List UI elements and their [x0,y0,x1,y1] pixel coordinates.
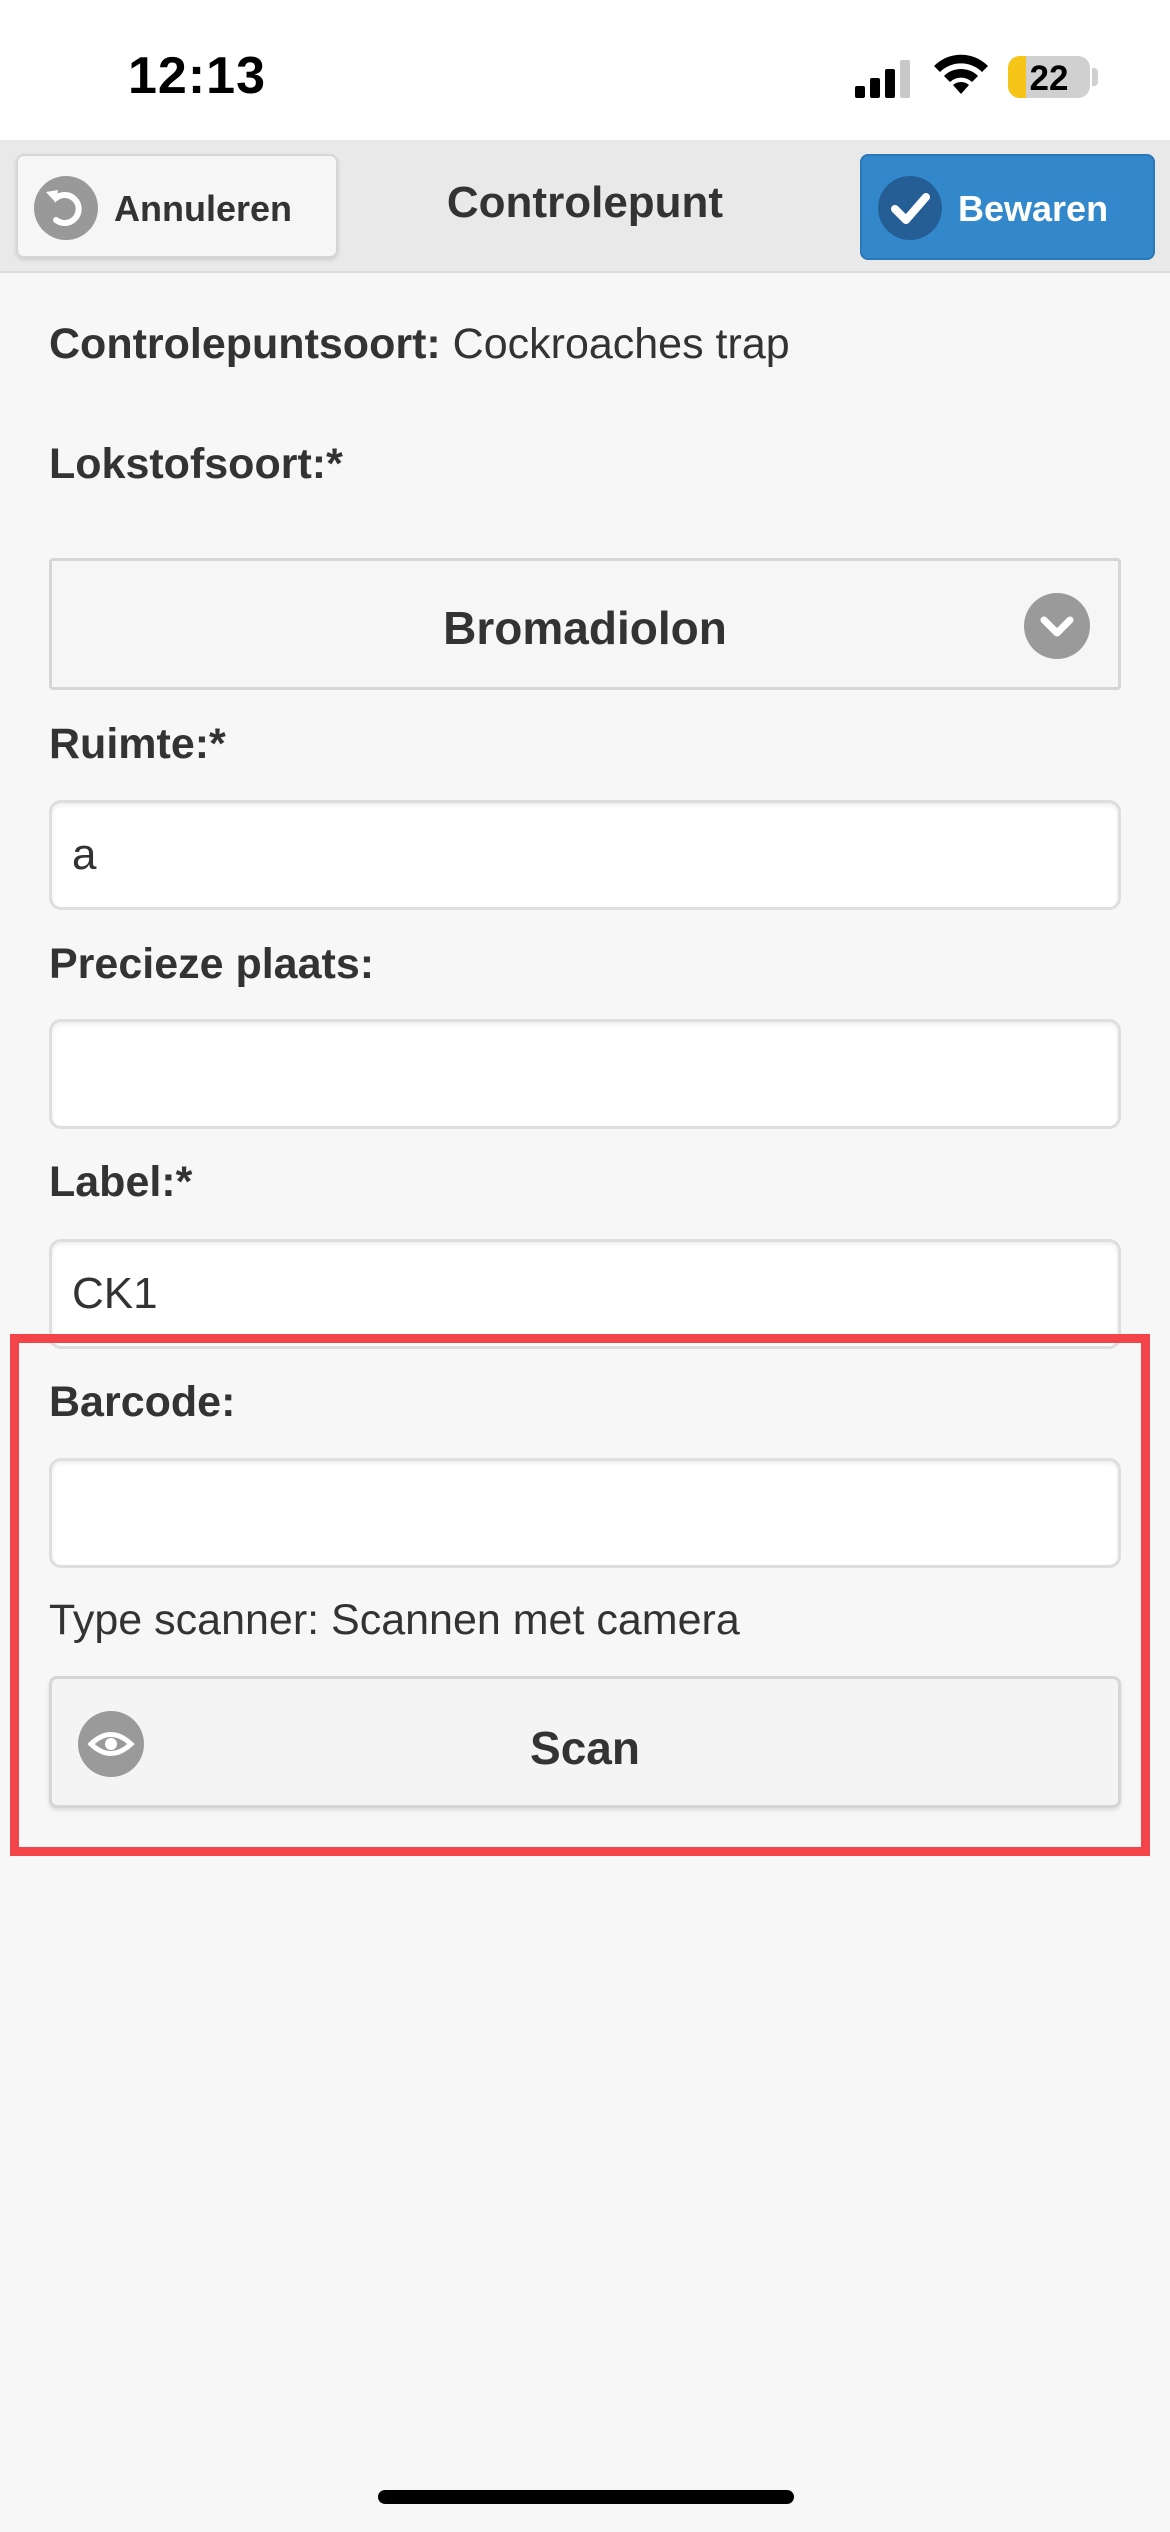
checkmark-icon [878,176,942,240]
app-screen: 12:13 22 Annuleren Controlepunt Bewaren … [0,0,1170,2532]
scan-button[interactable]: Scan [49,1676,1121,1808]
bait-type-label: Lokstofsoort:* [49,440,343,488]
room-label: Ruimte:* [49,720,226,768]
scan-button-label: Scan [530,1722,640,1774]
page-title: Controlepunt [446,178,724,227]
undo-arrow-icon [34,176,98,240]
cancel-button-label: Annuleren [114,188,293,229]
bait-type-value: Bromadiolon [443,602,727,654]
battery-icon: 22 [1008,56,1090,98]
tag-label: Label:* [49,1158,193,1206]
barcode-input[interactable] [49,1458,1121,1568]
control-point-type: Controlepuntsoort: Cockroaches trap [49,320,790,369]
cellular-signal-icon [855,60,910,98]
chevron-down-icon [1024,593,1090,659]
save-button[interactable]: Bewaren [860,154,1155,260]
cancel-button[interactable]: Annuleren [16,154,338,258]
control-point-type-value: Cockroaches trap [452,320,790,368]
exact-place-label: Precieze plaats: [49,940,375,988]
scanner-type-note: Type scanner: Scannen met camera [49,1596,740,1644]
exact-place-input[interactable] [49,1019,1121,1129]
battery-level: 22 [1029,59,1069,98]
barcode-label: Barcode: [49,1378,236,1426]
status-time: 12:13 [128,47,266,105]
home-indicator [378,2490,794,2504]
battery-tip [1092,68,1098,86]
tag-input[interactable] [49,1239,1121,1349]
header-bar: Annuleren Controlepunt Bewaren [0,140,1170,273]
wifi-icon [934,54,988,94]
status-bar: 12:13 22 [0,0,1170,140]
room-input[interactable] [49,800,1121,910]
bait-type-select[interactable]: Bromadiolon [49,558,1121,690]
control-point-type-label: Controlepuntsoort: [49,320,441,368]
save-button-label: Bewaren [958,188,1109,229]
